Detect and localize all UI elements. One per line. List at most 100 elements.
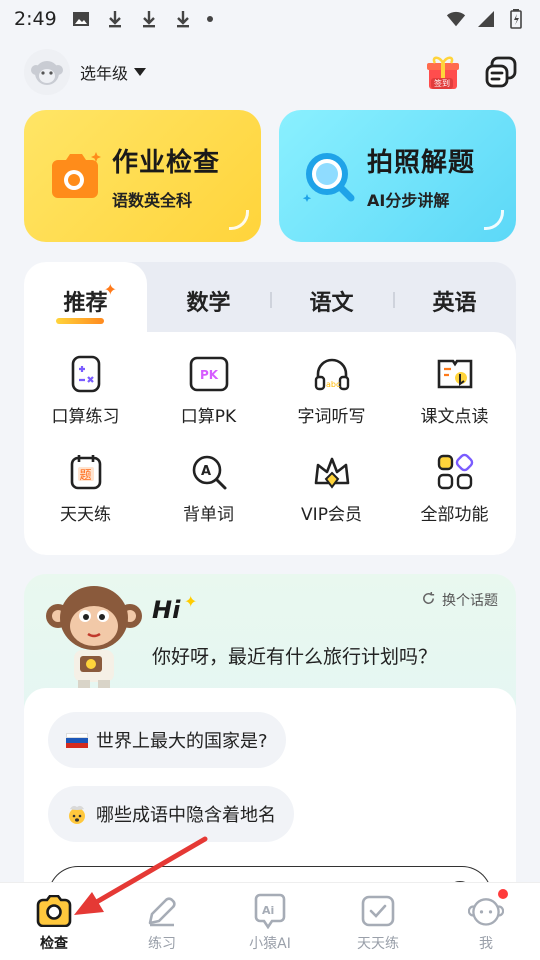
- decor-arc: [229, 210, 249, 230]
- calc-practice-icon: [66, 354, 106, 394]
- tab-math[interactable]: 数学: [147, 262, 270, 340]
- tab-underline: [56, 318, 104, 324]
- nav-practice[interactable]: 练习: [108, 883, 216, 960]
- subject-panel: 推荐 ✦ 数学 语文 英语 口算练习 PK 口算PK abc 字词听写 课文点读…: [24, 262, 516, 555]
- feature-label: 全部功能: [420, 505, 489, 525]
- headphones-icon: abc: [312, 354, 352, 394]
- feature-grid: 口算练习 PK 口算PK abc 字词听写 课文点读 题 天天练 A 背单词 V…: [24, 332, 516, 555]
- ai-chat-panel: Hi ✦ 换个话题 你好呀，最近有什么旅行计划吗？ 世界上最大的国家是? 哪些成…: [24, 574, 516, 904]
- nav-ai[interactable]: Ai 小猿AI: [216, 883, 324, 960]
- suggestion-chip[interactable]: 哪些成语中隐含着地名: [48, 786, 294, 842]
- feature-all[interactable]: 全部功能: [393, 452, 516, 550]
- tab-english[interactable]: 英语: [393, 262, 516, 340]
- nav-label: 练习: [148, 936, 176, 952]
- feature-vip[interactable]: VIP会员: [270, 452, 393, 550]
- suggestion-text: 哪些成语中隐含着地名: [96, 805, 276, 826]
- notification-dot-icon: [206, 16, 213, 22]
- camera-icon: [36, 893, 72, 929]
- feature-label: 天天练: [60, 505, 111, 525]
- download-icon: [173, 9, 193, 29]
- signin-gift-button[interactable]: 签到: [426, 53, 460, 91]
- all-apps-icon: [435, 452, 475, 492]
- nav-label: 我: [479, 936, 493, 952]
- magnifier-icon: [301, 148, 359, 206]
- camera-icon: [46, 148, 104, 206]
- change-topic-button[interactable]: 换个话题: [421, 590, 498, 610]
- card-subtitle: AI分步讲解: [367, 191, 450, 210]
- download-icon: [105, 9, 125, 29]
- chevron-down-icon: [134, 68, 147, 76]
- flag-russia-icon: [66, 732, 88, 748]
- svg-text:Ai: Ai: [262, 904, 274, 917]
- message-button[interactable]: [484, 55, 518, 89]
- exploding-head-icon: [66, 803, 88, 825]
- feature-vocab[interactable]: A 背单词: [147, 452, 270, 550]
- top-header: 选年级 签到: [24, 48, 518, 96]
- tab-label: 推荐: [63, 291, 108, 316]
- avatar[interactable]: [24, 49, 70, 95]
- download-icon: [139, 9, 159, 29]
- image-icon: [71, 9, 91, 29]
- main-cards: 作业检查 语数英全科 拍照解题 AI分步讲解: [24, 110, 516, 242]
- tab-label: 语文: [309, 291, 354, 316]
- battery-icon: [506, 9, 526, 29]
- nav-me[interactable]: 我: [432, 883, 540, 960]
- status-bar: 2:49: [0, 0, 540, 38]
- pk-icon: PK: [189, 354, 229, 394]
- tab-divider: [393, 292, 395, 308]
- suggestion-chip[interactable]: 世界上最大的国家是?: [48, 712, 286, 768]
- ai-greeting: 你好呀，最近有什么旅行计划吗？: [152, 646, 438, 668]
- profile-face-icon: [468, 893, 504, 929]
- chat-suggestions-area: 世界上最大的国家是? 哪些成语中隐含着地名: [24, 688, 516, 904]
- card-title: 拍照解题: [367, 148, 476, 178]
- bottom-nav: 检查 练习 Ai 小猿AI 天天练 我: [0, 882, 540, 960]
- photo-solve-card[interactable]: 拍照解题 AI分步讲解: [279, 110, 516, 242]
- suggestion-text: 世界上最大的国家是?: [96, 731, 268, 752]
- book-read-icon: [435, 354, 475, 394]
- checkbox-icon: [360, 893, 396, 929]
- signal-icon: [476, 9, 496, 29]
- svg-text:PK: PK: [200, 368, 219, 382]
- message-list-icon: [485, 56, 517, 88]
- feature-label: 口算PK: [180, 407, 237, 427]
- refresh-icon: [421, 591, 436, 610]
- nav-label: 小猿AI: [249, 936, 291, 952]
- svg-text:abc: abc: [326, 380, 340, 389]
- nav-daily[interactable]: 天天练: [324, 883, 432, 960]
- decor-arc: [484, 210, 504, 230]
- subject-tabs: 推荐 ✦ 数学 语文 英语: [24, 262, 516, 340]
- nav-label: 天天练: [357, 936, 399, 952]
- vip-crown-icon: [312, 452, 352, 492]
- monkey-mascot-icon: [44, 580, 144, 690]
- tab-recommend[interactable]: 推荐 ✦: [24, 262, 147, 340]
- daily-question-icon: 题: [66, 452, 106, 492]
- hi-text: Hi: [152, 596, 181, 624]
- feature-daily-practice[interactable]: 题 天天练: [24, 452, 147, 550]
- nav-label: 检查: [40, 936, 68, 952]
- nav-check[interactable]: 检查: [0, 883, 108, 960]
- feature-text-reading[interactable]: 课文点读: [393, 354, 516, 452]
- status-time: 2:49: [14, 8, 57, 30]
- signin-badge: 签到: [431, 78, 453, 89]
- feature-label: VIP会员: [301, 505, 362, 525]
- feature-calc-pk[interactable]: PK 口算PK: [147, 354, 270, 452]
- homework-check-card[interactable]: 作业检查 语数英全科: [24, 110, 261, 242]
- tab-chinese[interactable]: 语文: [270, 262, 393, 340]
- feature-label: 课文点读: [420, 407, 489, 427]
- change-topic-label: 换个话题: [442, 593, 498, 609]
- feature-label: 背单词: [183, 505, 234, 525]
- grade-select-label: 选年级: [80, 64, 129, 83]
- card-title: 作业检查: [112, 148, 221, 178]
- feature-label: 口算练习: [51, 407, 120, 427]
- grade-select[interactable]: 选年级: [80, 60, 147, 84]
- wifi-icon: [446, 9, 466, 29]
- svg-text:题: 题: [79, 468, 91, 482]
- tab-label: 英语: [432, 291, 477, 316]
- tab-divider: [270, 292, 272, 308]
- svg-text:A: A: [201, 464, 211, 479]
- tab-label: 数学: [186, 291, 231, 316]
- unread-badge: [498, 889, 508, 899]
- feature-dictation[interactable]: abc 字词听写: [270, 354, 393, 452]
- feature-calc-practice[interactable]: 口算练习: [24, 354, 147, 452]
- pencil-icon: [144, 893, 180, 929]
